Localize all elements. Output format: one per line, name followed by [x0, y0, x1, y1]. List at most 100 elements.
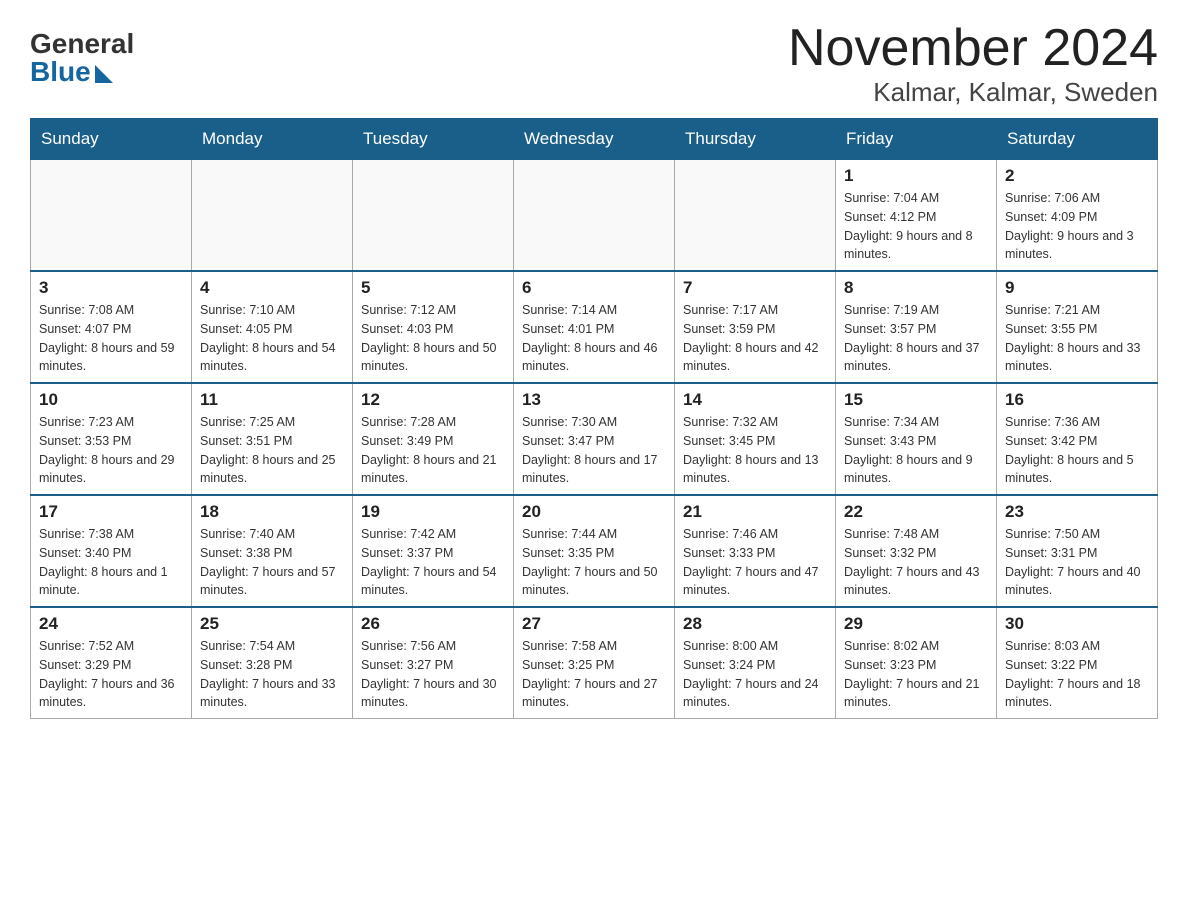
day-info: Sunrise: 7:23 AMSunset: 3:53 PMDaylight:…: [39, 413, 183, 488]
calendar-cell: 11 Sunrise: 7:25 AMSunset: 3:51 PMDayligh…: [192, 383, 353, 495]
day-number: 27: [522, 614, 666, 634]
day-info: Sunrise: 7:21 AMSunset: 3:55 PMDaylight:…: [1005, 301, 1149, 376]
day-number: 2: [1005, 166, 1149, 186]
calendar-cell: [192, 160, 353, 272]
calendar-cell: 9 Sunrise: 7:21 AMSunset: 3:55 PMDaylight…: [997, 271, 1158, 383]
day-info: Sunrise: 7:48 AMSunset: 3:32 PMDaylight:…: [844, 525, 988, 600]
calendar-cell: [514, 160, 675, 272]
day-info: Sunrise: 7:04 AMSunset: 4:12 PMDaylight:…: [844, 189, 988, 264]
header-tuesday: Tuesday: [353, 119, 514, 160]
logo-general-text: General: [30, 30, 134, 58]
page-header: General Blue November 2024 Kalmar, Kalma…: [30, 20, 1158, 108]
day-number: 7: [683, 278, 827, 298]
day-number: 13: [522, 390, 666, 410]
calendar-cell: [31, 160, 192, 272]
day-info: Sunrise: 7:44 AMSunset: 3:35 PMDaylight:…: [522, 525, 666, 600]
calendar-week-row: 24 Sunrise: 7:52 AMSunset: 3:29 PMDayligh…: [31, 607, 1158, 719]
month-year-title: November 2024: [788, 20, 1158, 77]
calendar-cell: 19Sunrise: 7:42 AMSunset: 3:37 PMDayligh…: [353, 495, 514, 607]
calendar-cell: 3 Sunrise: 7:08 AMSunset: 4:07 PMDaylight…: [31, 271, 192, 383]
calendar-cell: 1Sunrise: 7:04 AMSunset: 4:12 PMDaylight…: [836, 160, 997, 272]
day-info: Sunrise: 7:52 AMSunset: 3:29 PMDaylight:…: [39, 637, 183, 712]
day-number: 29: [844, 614, 988, 634]
day-info: Sunrise: 7:19 AMSunset: 3:57 PMDaylight:…: [844, 301, 988, 376]
day-info: Sunrise: 7:54 AMSunset: 3:28 PMDaylight:…: [200, 637, 344, 712]
calendar-week-row: 1Sunrise: 7:04 AMSunset: 4:12 PMDaylight…: [31, 160, 1158, 272]
day-info: Sunrise: 7:30 AMSunset: 3:47 PMDaylight:…: [522, 413, 666, 488]
day-info: Sunrise: 7:06 AMSunset: 4:09 PMDaylight:…: [1005, 189, 1149, 264]
day-number: 4: [200, 278, 344, 298]
calendar-cell: 14 Sunrise: 7:32 AMSunset: 3:45 PMDayligh…: [675, 383, 836, 495]
day-number: 16: [1005, 390, 1149, 410]
calendar-week-row: 3 Sunrise: 7:08 AMSunset: 4:07 PMDaylight…: [31, 271, 1158, 383]
logo-blue-text: Blue: [30, 58, 91, 86]
day-info: Sunrise: 8:02 AMSunset: 3:23 PMDaylight:…: [844, 637, 988, 712]
day-number: 11: [200, 390, 344, 410]
day-number: 30: [1005, 614, 1149, 634]
day-number: 12: [361, 390, 505, 410]
day-info: Sunrise: 7:08 AMSunset: 4:07 PMDaylight:…: [39, 301, 183, 376]
day-number: 3: [39, 278, 183, 298]
day-number: 28: [683, 614, 827, 634]
day-number: 10: [39, 390, 183, 410]
day-info: Sunrise: 7:25 AMSunset: 3:51 PMDaylight:…: [200, 413, 344, 488]
title-area: November 2024 Kalmar, Kalmar, Sweden: [788, 20, 1158, 108]
calendar-cell: 24 Sunrise: 7:52 AMSunset: 3:29 PMDayligh…: [31, 607, 192, 719]
calendar-cell: 4Sunrise: 7:10 AMSunset: 4:05 PMDaylight…: [192, 271, 353, 383]
day-number: 23: [1005, 502, 1149, 522]
calendar-cell: 23 Sunrise: 7:50 AMSunset: 3:31 PMDayligh…: [997, 495, 1158, 607]
day-number: 5: [361, 278, 505, 298]
calendar-cell: 7Sunrise: 7:17 AMSunset: 3:59 PMDaylight…: [675, 271, 836, 383]
header-friday: Friday: [836, 119, 997, 160]
day-info: Sunrise: 7:34 AMSunset: 3:43 PMDaylight:…: [844, 413, 988, 488]
logo: General Blue: [30, 20, 134, 86]
day-info: Sunrise: 8:03 AMSunset: 3:22 PMDaylight:…: [1005, 637, 1149, 712]
calendar-week-row: 17 Sunrise: 7:38 AMSunset: 3:40 PMDayligh…: [31, 495, 1158, 607]
day-info: Sunrise: 7:50 AMSunset: 3:31 PMDaylight:…: [1005, 525, 1149, 600]
calendar-cell: 29 Sunrise: 8:02 AMSunset: 3:23 PMDayligh…: [836, 607, 997, 719]
calendar-cell: 18 Sunrise: 7:40 AMSunset: 3:38 PMDayligh…: [192, 495, 353, 607]
location-subtitle: Kalmar, Kalmar, Sweden: [788, 77, 1158, 108]
calendar-cell: 10 Sunrise: 7:23 AMSunset: 3:53 PMDayligh…: [31, 383, 192, 495]
day-number: 14: [683, 390, 827, 410]
day-number: 21: [683, 502, 827, 522]
calendar-cell: 21 Sunrise: 7:46 AMSunset: 3:33 PMDayligh…: [675, 495, 836, 607]
day-info: Sunrise: 7:58 AMSunset: 3:25 PMDaylight:…: [522, 637, 666, 712]
day-info: Sunrise: 7:40 AMSunset: 3:38 PMDaylight:…: [200, 525, 344, 600]
day-number: 17: [39, 502, 183, 522]
day-number: 18: [200, 502, 344, 522]
calendar-cell: 28 Sunrise: 8:00 AMSunset: 3:24 PMDayligh…: [675, 607, 836, 719]
day-info: Sunrise: 7:56 AMSunset: 3:27 PMDaylight:…: [361, 637, 505, 712]
logo-triangle-icon: [95, 65, 113, 83]
header-wednesday: Wednesday: [514, 119, 675, 160]
day-number: 26: [361, 614, 505, 634]
day-number: 6: [522, 278, 666, 298]
calendar-cell: 12Sunrise: 7:28 AMSunset: 3:49 PMDayligh…: [353, 383, 514, 495]
day-number: 24: [39, 614, 183, 634]
day-info: Sunrise: 7:38 AMSunset: 3:40 PMDaylight:…: [39, 525, 183, 600]
header-sunday: Sunday: [31, 119, 192, 160]
calendar-table: SundayMondayTuesdayWednesdayThursdayFrid…: [30, 118, 1158, 719]
day-number: 20: [522, 502, 666, 522]
calendar-cell: 17 Sunrise: 7:38 AMSunset: 3:40 PMDayligh…: [31, 495, 192, 607]
header-thursday: Thursday: [675, 119, 836, 160]
day-number: 8: [844, 278, 988, 298]
calendar-cell: 13 Sunrise: 7:30 AMSunset: 3:47 PMDayligh…: [514, 383, 675, 495]
day-info: Sunrise: 7:36 AMSunset: 3:42 PMDaylight:…: [1005, 413, 1149, 488]
calendar-cell: 25 Sunrise: 7:54 AMSunset: 3:28 PMDayligh…: [192, 607, 353, 719]
day-info: Sunrise: 8:00 AMSunset: 3:24 PMDaylight:…: [683, 637, 827, 712]
day-info: Sunrise: 7:46 AMSunset: 3:33 PMDaylight:…: [683, 525, 827, 600]
header-saturday: Saturday: [997, 119, 1158, 160]
calendar-cell: [675, 160, 836, 272]
day-number: 25: [200, 614, 344, 634]
day-info: Sunrise: 7:12 AMSunset: 4:03 PMDaylight:…: [361, 301, 505, 376]
day-number: 19: [361, 502, 505, 522]
calendar-cell: 8 Sunrise: 7:19 AMSunset: 3:57 PMDaylight…: [836, 271, 997, 383]
header-monday: Monday: [192, 119, 353, 160]
calendar-cell: 16 Sunrise: 7:36 AMSunset: 3:42 PMDayligh…: [997, 383, 1158, 495]
calendar-cell: 20 Sunrise: 7:44 AMSunset: 3:35 PMDayligh…: [514, 495, 675, 607]
day-number: 15: [844, 390, 988, 410]
calendar-cell: 2 Sunrise: 7:06 AMSunset: 4:09 PMDaylight…: [997, 160, 1158, 272]
day-info: Sunrise: 7:32 AMSunset: 3:45 PMDaylight:…: [683, 413, 827, 488]
day-number: 9: [1005, 278, 1149, 298]
